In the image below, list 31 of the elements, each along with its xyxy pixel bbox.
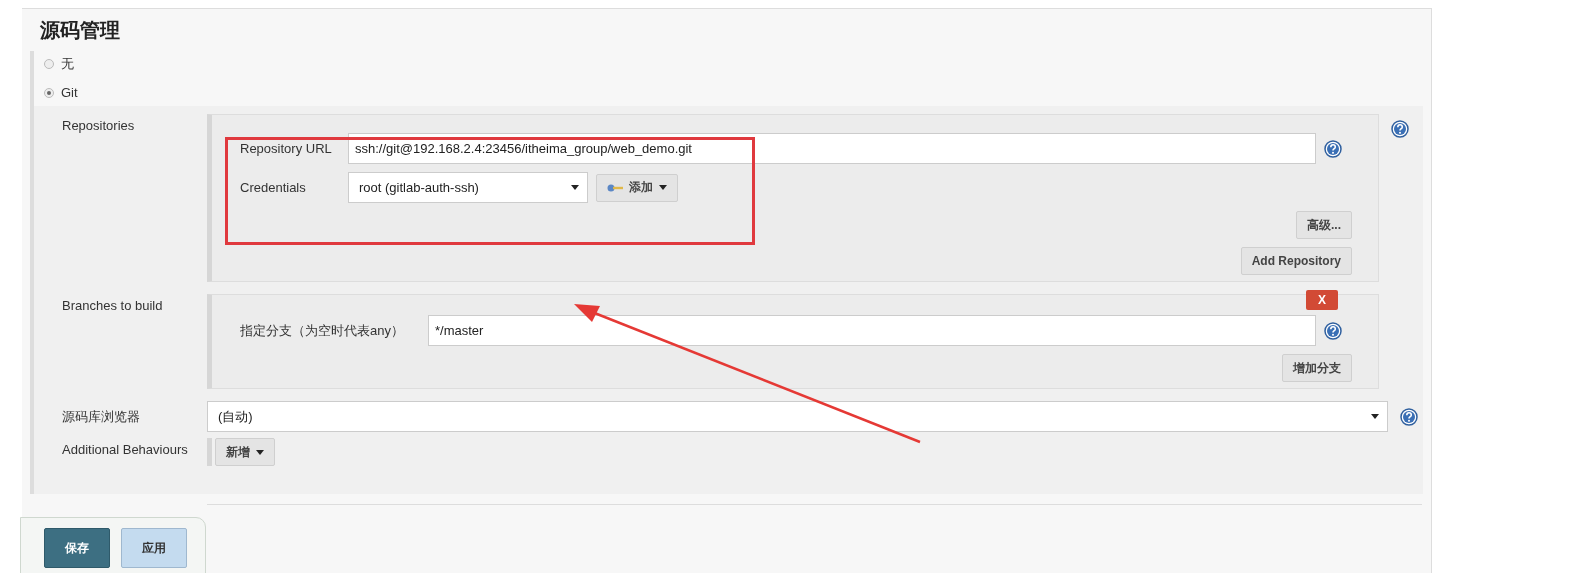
add-behaviour-button[interactable]: 新增: [215, 438, 275, 466]
field-label: Repositories: [61, 117, 136, 133]
footer-button[interactable]: 保存: [44, 528, 110, 568]
delete-button[interactable]: X: [1306, 290, 1338, 310]
add-repository-button[interactable]: Add Repository: [1240, 247, 1352, 275]
caret-icon: [571, 185, 579, 190]
caret-icon: [1371, 414, 1379, 419]
branch-field[interactable]: */master: [428, 315, 1316, 346]
field-label: Repository URL: [240, 141, 333, 156]
caret-icon: [256, 449, 264, 455]
browser-select[interactable]: (自动): [207, 401, 1388, 432]
help-icon[interactable]: [1400, 407, 1418, 426]
radio-option[interactable]: Git: [44, 85, 78, 100]
add-button[interactable]: 添加: [596, 173, 678, 202]
help-icon[interactable]: [1391, 120, 1409, 138]
help-icon[interactable]: [1324, 321, 1342, 340]
help-icon[interactable]: [1324, 139, 1342, 158]
url-field[interactable]: ssh://git@192.168.2.4:23456/itheima_group/web_demo.git: [348, 133, 1316, 164]
credentials-select[interactable]: root (gitlab-auth-ssh): [348, 172, 588, 203]
field-label: Branches to build: [61, 297, 164, 313]
field-label: Credentials: [240, 180, 307, 195]
field-label: 指定分支（为空时代表any）: [240, 321, 405, 340]
add-branch-button[interactable]: 增加分支: [1282, 354, 1352, 382]
section-title: 源码管理: [40, 18, 121, 43]
radio-option[interactable]: 无: [44, 55, 74, 73]
field-label: 源码库浏览器: [61, 407, 141, 426]
footer-button[interactable]: 应用: [121, 528, 187, 568]
advanced-button[interactable]: 高级...: [1296, 211, 1352, 239]
field-label: Additional Behaviours: [61, 441, 189, 457]
key-icon: [607, 183, 623, 192]
caret-icon: [659, 185, 667, 190]
